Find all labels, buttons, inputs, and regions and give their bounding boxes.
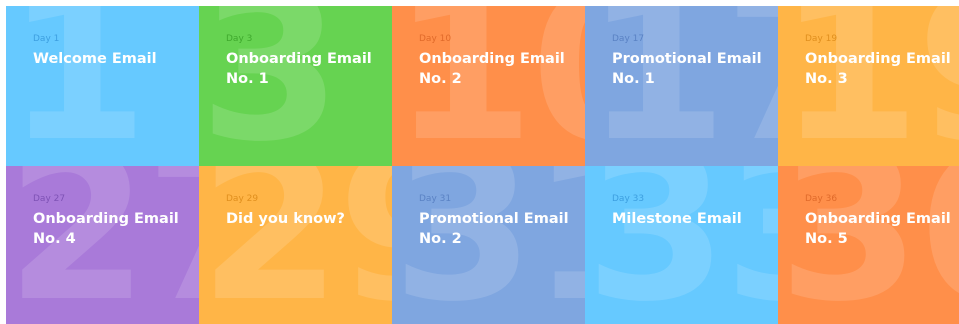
tile-watermark-number: 1 — [6, 6, 149, 166]
email-schedule-grid: 1 Day 1 Welcome Email 3 Day 3 Onboarding… — [6, 6, 959, 324]
tile-day-31: 31 Day 31 Promotional Email No. 2 — [392, 166, 585, 324]
tile-email-title: Onboarding Email No. 4 — [33, 211, 179, 247]
tile-watermark-number: 33 — [585, 166, 778, 324]
tile-email-title: Welcome Email — [33, 51, 157, 67]
tile-email-title: Promotional Email No. 2 — [419, 211, 569, 247]
tile-email-title: Onboarding Email No. 1 — [226, 51, 372, 87]
tile-day-label: Day 10 — [419, 34, 452, 44]
tile-day-label: Day 27 — [33, 194, 66, 204]
tile-day-label: Day 1 — [33, 34, 60, 44]
tile-day-1: 1 Day 1 Welcome Email — [6, 6, 199, 166]
tile-email-title: Onboarding Email No. 5 — [805, 211, 951, 247]
tile-email-title: Onboarding Email No. 3 — [805, 51, 951, 87]
tile-day-33: 33 Day 33 Milestone Email — [585, 166, 778, 324]
tile-day-label: Day 19 — [805, 34, 838, 44]
tile-email-title: Did you know? — [226, 211, 345, 227]
tile-email-title: Onboarding Email No. 2 — [419, 51, 565, 87]
tile-day-label: Day 36 — [805, 194, 838, 204]
tile-day-3: 3 Day 3 Onboarding Email No. 1 — [199, 6, 392, 166]
tile-day-label: Day 17 — [612, 34, 645, 44]
tile-day-label: Day 31 — [419, 194, 452, 204]
tile-day-10: 10 Day 10 Onboarding Email No. 2 — [392, 6, 585, 166]
tile-day-label: Day 33 — [612, 194, 645, 204]
tile-day-label: Day 3 — [226, 34, 253, 44]
tile-day-17: 17 Day 17 Promotional Email No. 1 — [585, 6, 778, 166]
tile-email-title: Milestone Email — [612, 211, 742, 227]
tile-watermark-number: 29 — [199, 166, 392, 324]
tile-day-36: 36 Day 36 Onboarding Email No. 5 — [778, 166, 959, 324]
tile-day-19: 19 Day 19 Onboarding Email No. 3 — [778, 6, 959, 166]
tile-email-title: Promotional Email No. 1 — [612, 51, 762, 87]
tile-day-27: 27 Day 27 Onboarding Email No. 4 — [6, 166, 199, 324]
tile-day-29: 29 Day 29 Did you know? — [199, 166, 392, 324]
tile-day-label: Day 29 — [226, 194, 259, 204]
